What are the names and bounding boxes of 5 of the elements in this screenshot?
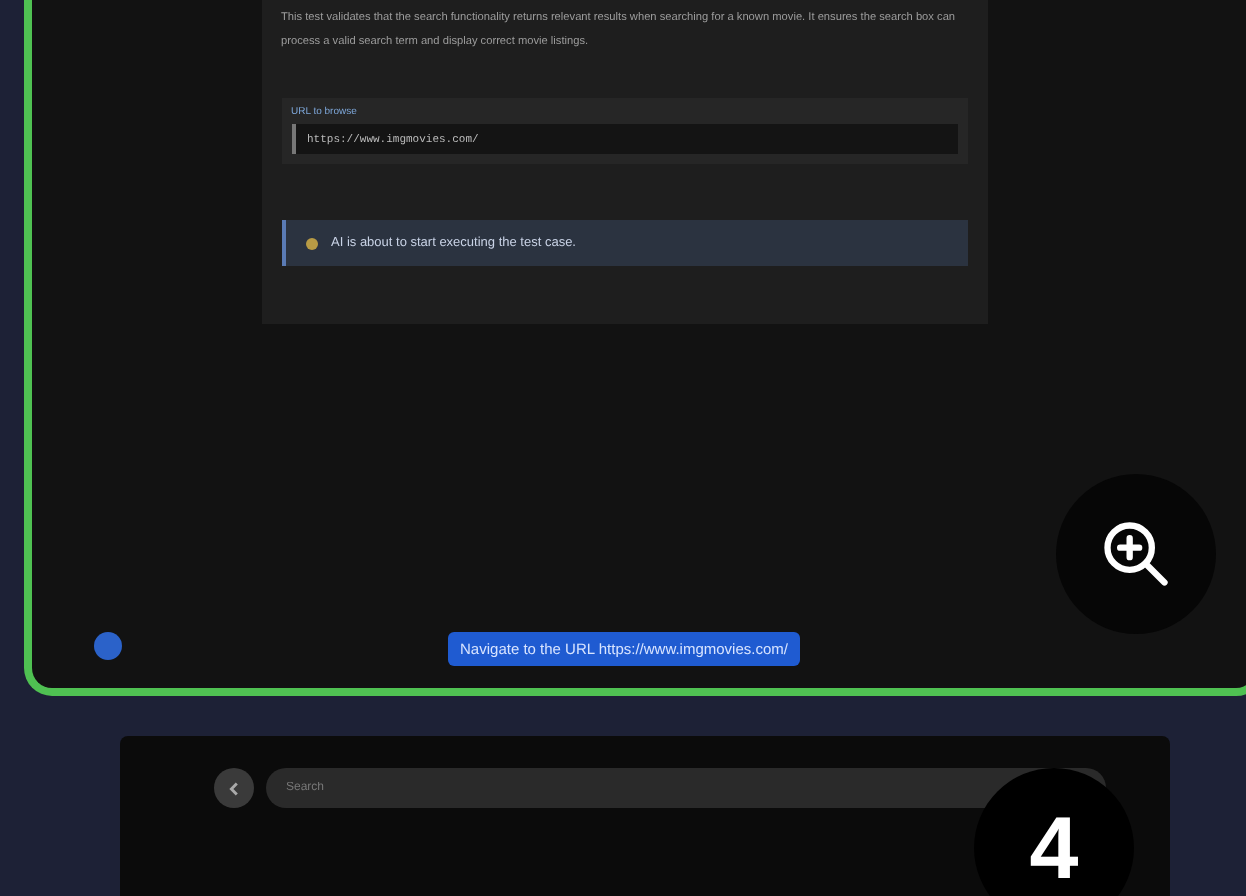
step-badge: 4 <box>974 768 1134 896</box>
status-dot-icon <box>94 632 122 660</box>
zoom-in-icon <box>1098 516 1174 592</box>
info-icon <box>305 237 317 249</box>
back-button[interactable] <box>214 768 254 808</box>
